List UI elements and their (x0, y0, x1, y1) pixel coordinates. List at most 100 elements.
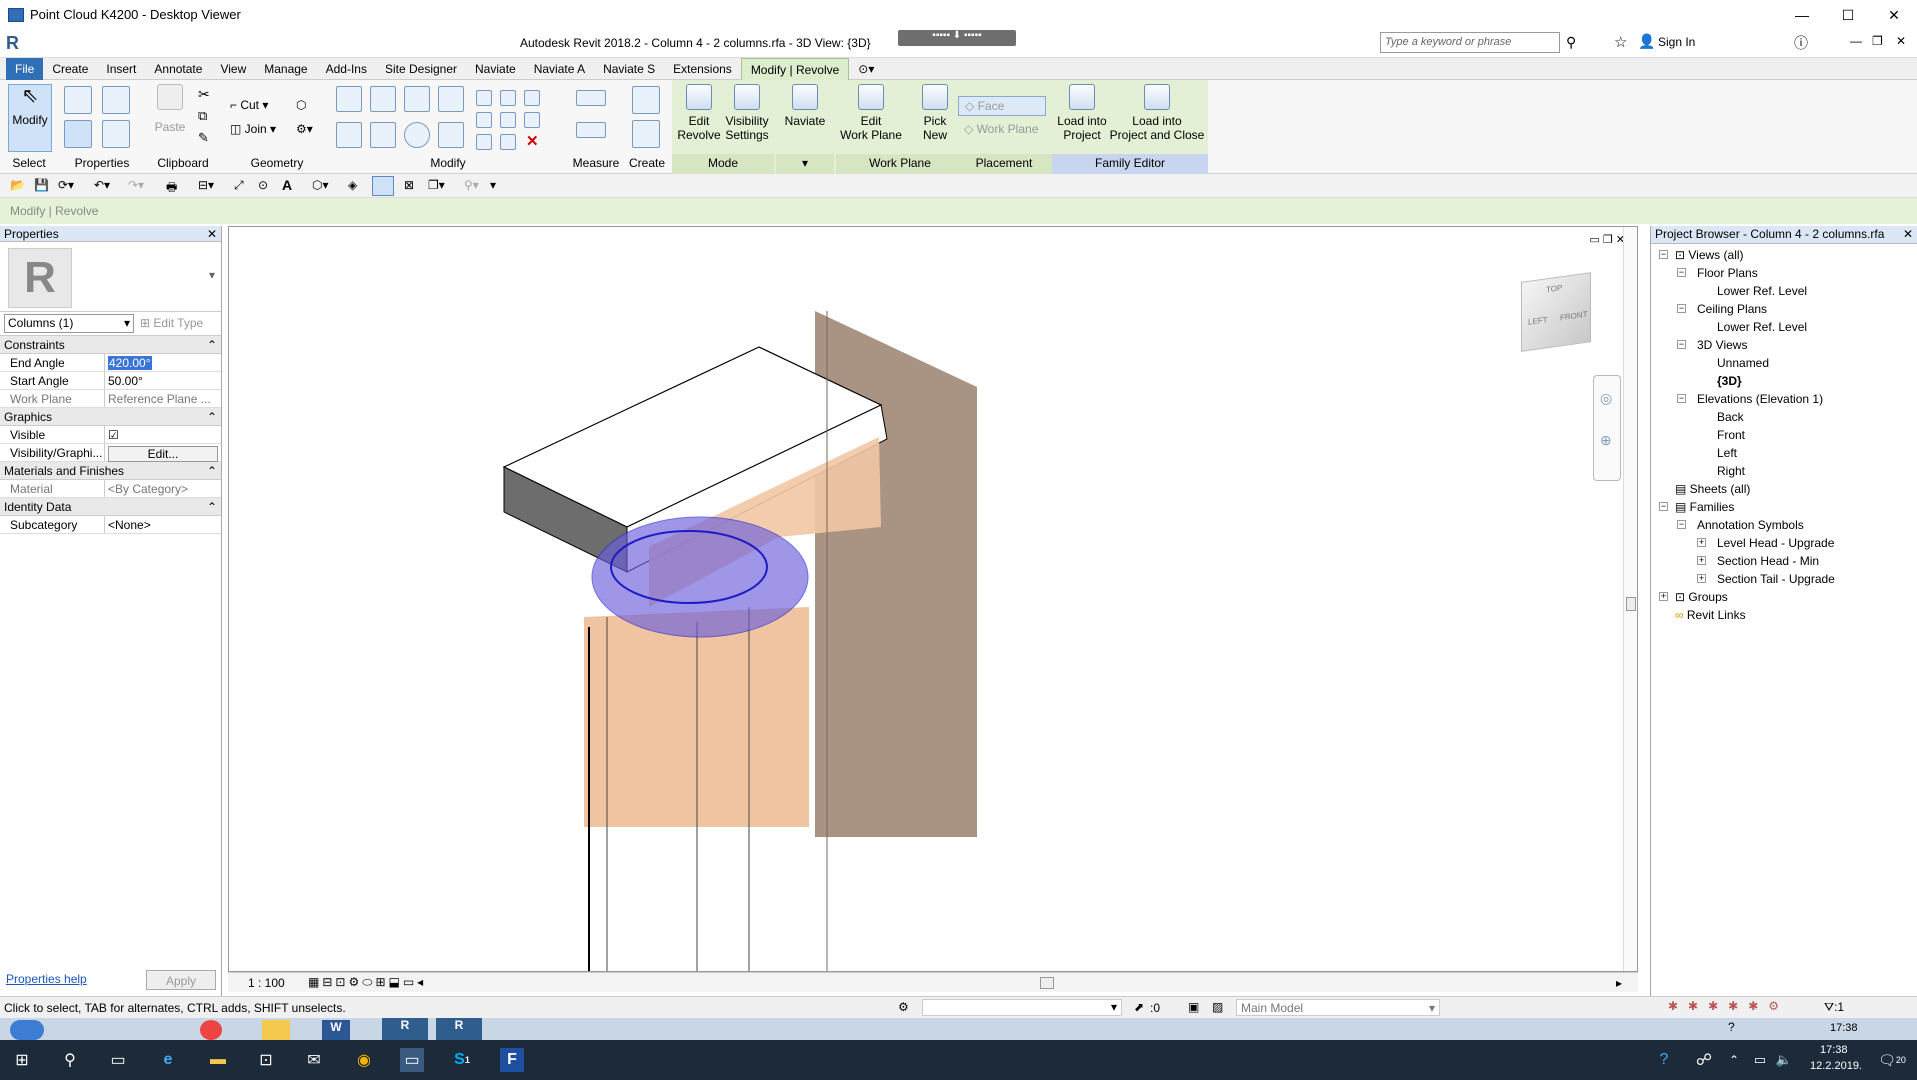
copy-element-icon[interactable] (370, 122, 396, 148)
tree-families[interactable]: ▤ Families (1675, 500, 1734, 514)
tree-ceiling-plans[interactable]: Ceiling Plans (1697, 302, 1767, 316)
visible-checkbox[interactable]: ☑ (105, 426, 221, 443)
viewcube-left-face[interactable]: LEFT (1528, 315, 1548, 327)
mail-icon[interactable]: ✉ (302, 1048, 326, 1072)
maximize-icon[interactable]: ☐ (1825, 0, 1871, 30)
print-icon[interactable]: 🖶 (166, 178, 177, 199)
people-icon[interactable]: ☍ (1692, 1048, 1716, 1072)
strip-folder-icon[interactable] (262, 1020, 290, 1040)
face-button[interactable]: ◇ Face (958, 96, 1046, 116)
expand-icon[interactable]: − (1677, 268, 1686, 277)
redo-icon[interactable]: ↷▾ (128, 178, 144, 192)
end-angle-input[interactable]: 420.00° (108, 356, 152, 370)
workset-select[interactable]: ▾ (922, 999, 1122, 1016)
tab-annotate[interactable]: Annotate (145, 58, 211, 80)
expand-icon[interactable]: − (1677, 520, 1686, 529)
load-into-project-close-button[interactable]: Load into Project and Close (1108, 84, 1206, 142)
tree-groups[interactable]: ⊡ Groups (1675, 590, 1728, 604)
quick-access-pill[interactable]: ▪▪▪▪▪ ⬇ ▪▪▪▪▪ (898, 30, 1016, 46)
properties-help-link[interactable]: Properties help (6, 972, 87, 986)
tree-elevation-left[interactable]: Left (1717, 446, 1737, 460)
naviate-button[interactable]: Naviate (778, 84, 832, 128)
editable-only-icon[interactable]: ⬈ (1134, 1000, 1144, 1014)
undo-icon[interactable]: ↶▾ (94, 178, 110, 192)
cut-geometry-button[interactable]: ⌐ Cut ▾ (230, 98, 268, 112)
group-constraints[interactable]: Constraints ⌃ (0, 336, 221, 354)
tab-modify-revolve[interactable]: Modify | Revolve (740, 58, 850, 80)
create-group-icon[interactable] (632, 120, 660, 148)
tree-sheets[interactable]: ▤ Sheets (all) (1675, 482, 1750, 496)
trim-extend-icon[interactable] (476, 134, 492, 150)
viewport-minimize-icon[interactable]: ▭ (1589, 234, 1599, 246)
clock-date[interactable]: 12.2.2019. (1810, 1060, 1862, 1072)
tree-elevation-back[interactable]: Back (1717, 410, 1744, 424)
expand-icon[interactable]: + (1697, 556, 1706, 565)
expand-icon[interactable]: − (1677, 340, 1686, 349)
tree-floor-plans[interactable]: Floor Plans (1697, 266, 1758, 280)
create-similar-icon[interactable] (632, 86, 660, 114)
expand-icon[interactable]: − (1659, 502, 1668, 511)
tab-site-designer[interactable]: Site Designer (376, 58, 466, 80)
tree-elevation-front[interactable]: Front (1717, 428, 1745, 442)
default-3d-icon[interactable]: ⬡▾ (312, 178, 329, 192)
copy-icon[interactable]: ⧉ (198, 108, 207, 124)
tree-ceiling-lower-ref-level[interactable]: Lower Ref. Level (1717, 320, 1807, 334)
naviate-panel-dropdown[interactable]: ▾ (776, 154, 834, 174)
array-icon[interactable] (476, 112, 492, 128)
binoculars-icon[interactable]: ⚲ (1566, 34, 1576, 51)
search-icon[interactable]: ⚲ (58, 1048, 82, 1072)
offset-icon[interactable] (370, 86, 396, 112)
tree-views-all[interactable]: ⊡ Views (all) (1675, 248, 1744, 262)
design-options-icon[interactable]: ▣ (1188, 1000, 1199, 1014)
mirror-pick-icon[interactable] (404, 86, 430, 112)
tab-insert[interactable]: Insert (97, 58, 145, 80)
expand-icon[interactable]: + (1697, 538, 1706, 547)
design-options-toggle-icon[interactable]: ▨ (1212, 1000, 1223, 1014)
expand-icon[interactable]: − (1659, 250, 1668, 259)
vertical-scrollbar[interactable] (1623, 227, 1637, 971)
search-input[interactable]: Type a keyword or phrase (1380, 32, 1560, 53)
thin-lines-icon[interactable] (372, 176, 394, 196)
aligned-dimension-icon[interactable] (576, 90, 606, 106)
expand-icon[interactable]: + (1659, 592, 1668, 601)
open-icon[interactable]: 📂 (10, 178, 25, 192)
move-icon[interactable] (336, 122, 362, 148)
mirror-draw-icon[interactable] (438, 86, 464, 112)
prop-visible[interactable]: Visible ☑ (0, 426, 221, 444)
modify-button[interactable]: ⇖ Modify (8, 84, 52, 152)
tree-elevation-right[interactable]: Right (1717, 464, 1745, 478)
3d-viewport[interactable]: ▭ ❐ ✕ TOP LEFT FRONT ◎ ⊕ (228, 226, 1638, 972)
scissors-icon[interactable]: ✂ (198, 86, 210, 103)
close-icon[interactable]: ✕ (1871, 0, 1917, 30)
revit-logo-icon[interactable]: R (6, 33, 19, 54)
join-geometry-button[interactable]: ◫ Join ▾ (230, 122, 276, 136)
group-graphics[interactable]: Graphics ⌃ (0, 408, 221, 426)
design-option-select[interactable]: Main Model ▾ (1236, 999, 1440, 1016)
geometry-tool-1-icon[interactable]: ⬡ (296, 98, 306, 112)
tab-file[interactable]: File (6, 58, 44, 80)
start-angle-input[interactable]: 50.00° (105, 372, 221, 389)
expand-icon[interactable]: − (1677, 394, 1686, 403)
tray-up-icon[interactable]: ⌃ (1722, 1048, 1746, 1072)
edit-revolve-button[interactable]: Edit Revolve (676, 84, 722, 142)
expand-icon[interactable]: + (1697, 574, 1706, 583)
prop-start-angle[interactable]: Start Angle 50.00° (0, 372, 221, 390)
tree-3d-views[interactable]: 3D Views (1697, 338, 1747, 352)
prop-subcategory[interactable]: Subcategory <None> (0, 516, 221, 534)
viewcube-front-face[interactable]: FRONT (1560, 310, 1588, 323)
sync-icon[interactable]: ⟳▾ (58, 178, 74, 192)
minimize-icon[interactable]: — (1779, 0, 1825, 30)
help-icon[interactable]: ⓘ (1794, 33, 1808, 53)
zoom-icon[interactable]: ⊕ (1600, 432, 1612, 449)
edge-icon[interactable]: e (156, 1048, 180, 1072)
save-icon[interactable]: 💾 (34, 178, 49, 192)
split-gap-icon[interactable] (500, 90, 516, 106)
horizontal-scroll-thumb[interactable] (1040, 977, 1054, 989)
skype-icon[interactable]: S1 (450, 1048, 474, 1072)
pin-icon[interactable] (524, 90, 540, 106)
visibility-edit-button[interactable]: Edit... (108, 446, 218, 462)
tab-naviate[interactable]: Naviate (466, 58, 525, 80)
delete-icon[interactable]: ✕ (526, 132, 539, 150)
tree-floor-lower-ref-level[interactable]: Lower Ref. Level (1717, 284, 1807, 298)
close-hidden-icon[interactable]: ⊠ (404, 178, 414, 192)
